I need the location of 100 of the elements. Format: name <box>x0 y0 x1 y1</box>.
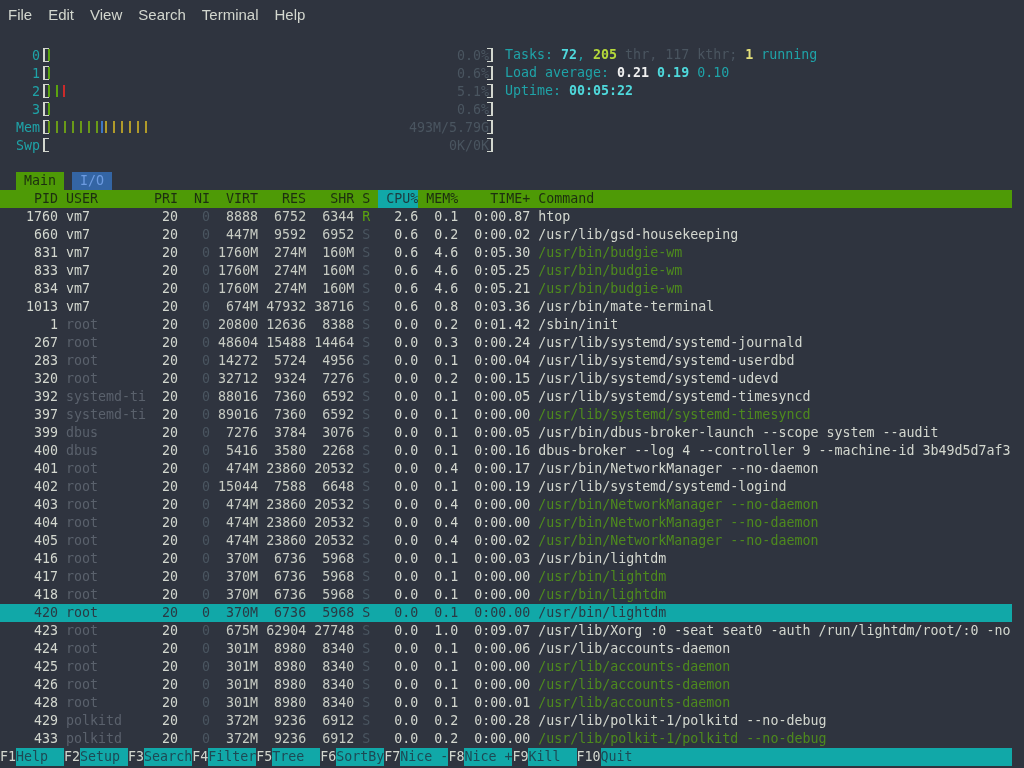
table-cell-text: 20 <box>161 208 179 226</box>
table-cell-text: 160M <box>321 280 355 298</box>
table-cell-text: 6736 <box>273 550 307 568</box>
table-cell-text: 0.6 <box>393 226 419 244</box>
table-cell: 32712 <box>218 370 259 388</box>
column-header[interactable]: NI <box>186 190 211 208</box>
column-header[interactable]: PRI <box>154 190 179 208</box>
table-cell: 48604 <box>218 334 259 352</box>
function-key: F1 <box>0 748 16 766</box>
meter-label: 3 <box>31 101 40 117</box>
table-cell-text: 8888 <box>225 208 259 226</box>
function-key: F8 <box>448 748 465 766</box>
table-cell-text: 274M <box>273 280 307 298</box>
table-cell-text: /usr/bin/lightdm <box>538 550 668 568</box>
table-cell-text: 6648 <box>321 478 355 496</box>
table-cell-text: 0.2 <box>433 712 459 730</box>
table-cell-text: /usr/lib/polkit-1/polkitd --no-debug <box>538 712 828 730</box>
table-cell-text: 0.1 <box>433 208 459 226</box>
table-cell-text: 301M <box>225 694 259 712</box>
table-cell-text: 0.0 <box>393 316 419 334</box>
menu-item[interactable]: Help <box>266 5 314 23</box>
table-cell: dbus-broker --log 4 --controller 9 --machine-id 3b49d5d7af3 <box>538 442 1012 460</box>
column-header[interactable]: Command <box>538 190 1012 208</box>
meter-label: 1 <box>31 65 40 81</box>
table-cell-text: 833 <box>33 262 59 280</box>
table-cell-text: 0.1 <box>433 676 459 694</box>
table-cell-text: 426 <box>33 676 59 694</box>
table-cell-text: 0:00.06 <box>473 640 531 658</box>
table-cell-text: 0:00.00 <box>473 496 531 514</box>
table-cell-text: vm7 <box>66 244 92 262</box>
table-cell-text: 0.1 <box>433 586 459 604</box>
table-cell-text: 372M <box>225 730 259 748</box>
table-cell-text: 0:00.02 <box>473 226 531 244</box>
menu-item[interactable]: File <box>0 5 41 23</box>
table-cell-text: /usr/bin/lightdm <box>538 586 668 604</box>
process-row[interactable]: 420 root 20 0 370M 6736 5968 S 0.0 0.1 0:00.00 /usr/bin/lightdm <box>0 604 1012 622</box>
table-cell-text: 8340 <box>321 640 355 658</box>
table-cell-text: /usr/lib/systemd/systemd-timesyncd <box>538 406 812 424</box>
table-cell: 27748 <box>314 622 355 640</box>
table-cell-text: 0.1 <box>433 568 459 586</box>
table-cell-text: 5968 <box>321 604 355 622</box>
column-header[interactable]: VIRT <box>218 190 259 208</box>
table-cell-text: 3784 <box>273 424 307 442</box>
table-cell-text: 6912 <box>321 712 355 730</box>
table-cell-text: 0:00.87 <box>473 208 531 226</box>
function-key: F10 <box>576 748 601 766</box>
table-cell-text: 0.8 <box>433 298 459 316</box>
table-cell-text: 0:00.02 <box>473 532 531 550</box>
table-cell-text: /usr/bin/NetworkManager --no-daemon <box>538 460 820 478</box>
table-cell: 23860 <box>266 514 307 532</box>
table-cell-text: 9592 <box>273 226 307 244</box>
table-cell-text: 0.4 <box>433 532 459 550</box>
table-cell-text: vm7 <box>66 226 92 244</box>
table-cell-text: 0:00.24 <box>473 334 531 352</box>
table-cell-text: 433 <box>33 730 59 748</box>
table-cell-text: 6736 <box>273 568 307 586</box>
table-cell-text: 5968 <box>321 568 355 586</box>
table-cell-text: 20 <box>161 640 179 658</box>
table-cell-text: 0.4 <box>433 496 459 514</box>
table-cell-text: 5968 <box>321 550 355 568</box>
table-cell-text: 429 <box>33 712 59 730</box>
table-cell-text: 674M <box>225 298 259 316</box>
table-cell-text: vm7 <box>66 262 92 280</box>
table-cell-text: 6952 <box>321 226 355 244</box>
table-cell-text: 8980 <box>273 658 307 676</box>
table-cell-text: 0:00.15 <box>473 370 531 388</box>
table-cell: 1760M <box>218 244 259 262</box>
table-cell: 23860 <box>266 460 307 478</box>
table-cell-text: 20 <box>161 658 179 676</box>
table-cell-text: 0.0 <box>393 478 419 496</box>
table-cell-text: 20 <box>161 730 179 748</box>
table-cell-text: 0:09.07 <box>473 622 531 640</box>
table-cell-text: 0.6 <box>393 280 419 298</box>
menu-item[interactable]: Terminal <box>193 5 267 23</box>
table-cell: 20532 <box>314 532 355 550</box>
column-header[interactable]: PID <box>2 190 59 208</box>
table-cell-text: 0.0 <box>393 460 419 478</box>
menu-item[interactable]: View <box>82 5 131 23</box>
menu-item[interactable]: Search <box>130 5 194 23</box>
column-header[interactable]: RES <box>266 190 307 208</box>
table-cell-text: 372M <box>225 712 259 730</box>
table-cell-text: /usr/lib/accounts-daemon <box>538 694 732 712</box>
column-header[interactable]: SHR <box>314 190 355 208</box>
column-header[interactable]: MEM% <box>426 190 459 208</box>
menu-item[interactable]: Edit <box>40 5 83 23</box>
tab[interactable]: Main <box>16 172 65 190</box>
table-cell-text: /usr/lib/systemd/systemd-userdbd <box>538 352 796 370</box>
table-cell-text: 0.0 <box>393 496 419 514</box>
column-header[interactable]: USER <box>66 190 147 208</box>
column-header[interactable]: TIME+ <box>466 190 531 208</box>
table-cell-text: 0.0 <box>393 406 419 424</box>
column-header[interactable]: CPU% <box>378 190 419 208</box>
table-cell-text: 428 <box>33 694 59 712</box>
table-cell-text: 0.0 <box>393 586 419 604</box>
table-cell-text: 20 <box>161 298 179 316</box>
table-cell-text: 20 <box>161 694 179 712</box>
table-cell-text: 20 <box>161 676 179 694</box>
column-header[interactable]: S <box>362 190 371 208</box>
table-cell: 1760M <box>218 280 259 298</box>
table-cell-text: 417 <box>33 568 59 586</box>
